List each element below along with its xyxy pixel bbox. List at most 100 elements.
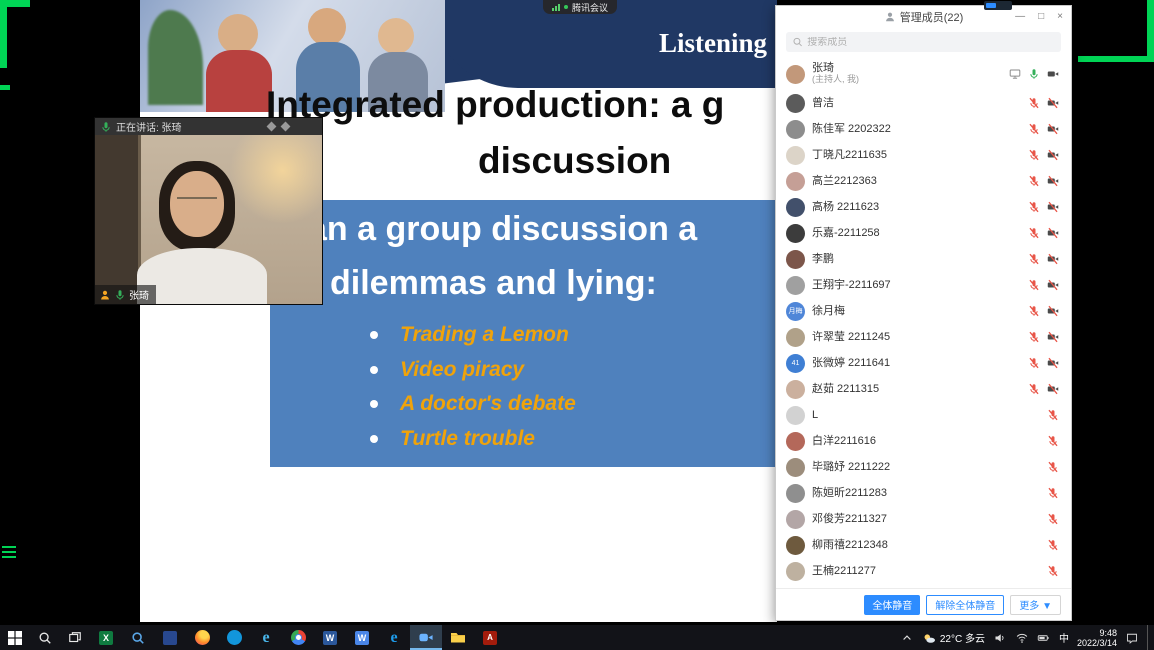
clock[interactable]: 9:48 2022/3/14 xyxy=(1077,628,1117,648)
taskbar-app-firefox[interactable] xyxy=(186,625,218,650)
member-status-icons[interactable] xyxy=(1028,175,1059,187)
search-input[interactable] xyxy=(807,37,1055,48)
member-status-icons[interactable] xyxy=(1028,227,1059,239)
member-row[interactable]: 月梅 徐月梅 xyxy=(776,298,1071,324)
member-row[interactable]: 张琦 (主持人, 我) xyxy=(776,58,1071,90)
weather-widget[interactable]: 22°C 多云 xyxy=(922,630,985,645)
mic-off-icon[interactable] xyxy=(1028,97,1040,109)
video-popout-icon[interactable] xyxy=(281,122,291,132)
chevron-up-icon[interactable] xyxy=(900,631,914,645)
member-status-icons[interactable] xyxy=(1009,68,1059,80)
maximize-button[interactable]: □ xyxy=(1038,12,1044,22)
member-row[interactable]: 曾洁 xyxy=(776,90,1071,116)
member-status-icons[interactable] xyxy=(1047,513,1059,525)
minimize-button[interactable]: — xyxy=(1015,12,1025,22)
member-row[interactable]: 乐嘉-2211258 xyxy=(776,220,1071,246)
camera-off-icon[interactable] xyxy=(1047,383,1059,395)
mic-off-icon[interactable] xyxy=(1047,539,1059,551)
member-status-icons[interactable] xyxy=(1028,97,1059,109)
member-status-icons[interactable] xyxy=(1047,539,1059,551)
member-status-icons[interactable] xyxy=(1028,357,1059,369)
member-status-icons[interactable] xyxy=(1028,201,1059,213)
taskbar-app-qq[interactable] xyxy=(218,625,250,650)
taskbar-app-edge[interactable]: e xyxy=(378,625,410,650)
member-status-icons[interactable] xyxy=(1047,565,1059,577)
mic-off-icon[interactable] xyxy=(1028,279,1040,291)
member-row[interactable]: 王楠2211277 xyxy=(776,558,1071,584)
task-view-button[interactable] xyxy=(60,625,90,650)
mic-off-icon[interactable] xyxy=(1047,487,1059,499)
member-status-icons[interactable] xyxy=(1028,123,1059,135)
close-button[interactable]: × xyxy=(1057,12,1063,22)
member-status-icons[interactable] xyxy=(1047,409,1059,421)
camera-off-icon[interactable] xyxy=(1047,253,1059,265)
member-row[interactable]: 丁晓凡2211635 xyxy=(776,142,1071,168)
battery-icon[interactable] xyxy=(1037,631,1051,645)
member-status-icons[interactable] xyxy=(1047,461,1059,473)
input-language-indicator[interactable]: 中 xyxy=(1059,630,1069,645)
mic-off-icon[interactable] xyxy=(1028,383,1040,395)
member-row[interactable]: 陈姮昕2211283 xyxy=(776,480,1071,506)
camera-off-icon[interactable] xyxy=(1047,123,1059,135)
start-button[interactable] xyxy=(0,625,30,650)
taskbar-app-adobe-reader[interactable]: A xyxy=(474,625,506,650)
notification-center-icon[interactable] xyxy=(1125,631,1139,645)
camera-off-icon[interactable] xyxy=(1047,357,1059,369)
camera-off-icon[interactable] xyxy=(1047,227,1059,239)
taskbar-app-tencent-meeting[interactable] xyxy=(410,625,442,650)
camera-off-icon[interactable] xyxy=(1047,97,1059,109)
taskbar-app-chrome[interactable] xyxy=(282,625,314,650)
mic-off-icon[interactable] xyxy=(1028,149,1040,161)
taskbar-app-word[interactable]: W xyxy=(314,625,346,650)
mic-off-icon[interactable] xyxy=(1047,565,1059,577)
video-window-header[interactable]: 正在讲话: 张琦 xyxy=(95,118,322,135)
mic-off-icon[interactable] xyxy=(1028,123,1040,135)
member-row[interactable]: 李鹏 xyxy=(776,246,1071,272)
taskbar-search-button[interactable] xyxy=(30,625,60,650)
mic-off-icon[interactable] xyxy=(1028,253,1040,265)
member-row[interactable]: 邓俊芳2211327 xyxy=(776,506,1071,532)
taskbar-app-file-explorer[interactable] xyxy=(442,625,474,650)
camera-off-icon[interactable] xyxy=(1047,175,1059,187)
mic-off-icon[interactable] xyxy=(1028,331,1040,343)
taskbar-app-search-tool[interactable] xyxy=(122,625,154,650)
member-status-icons[interactable] xyxy=(1028,383,1059,395)
taskbar-app-excel[interactable]: X xyxy=(90,625,122,650)
screen-share-icon[interactable] xyxy=(1009,68,1021,80)
taskbar-app-internet-explorer[interactable]: e xyxy=(250,625,282,650)
mic-off-icon[interactable] xyxy=(1028,357,1040,369)
mic-on-icon[interactable] xyxy=(1028,68,1040,80)
taskbar-app-notes[interactable] xyxy=(154,625,186,650)
member-row[interactable]: 高兰2212363 xyxy=(776,168,1071,194)
mic-off-icon[interactable] xyxy=(1028,305,1040,317)
member-row[interactable]: L xyxy=(776,402,1071,428)
show-desktop-button[interactable] xyxy=(1147,625,1151,650)
meeting-status-pill[interactable]: 腾讯会议 xyxy=(543,0,617,14)
video-pin-icon[interactable] xyxy=(267,122,277,132)
member-status-icons[interactable] xyxy=(1028,149,1059,161)
network-icon[interactable] xyxy=(1015,631,1029,645)
member-row[interactable]: 41 张微婷 2211641 xyxy=(776,350,1071,376)
member-status-icons[interactable] xyxy=(1047,487,1059,499)
unmute-all-button[interactable]: 解除全体静音 xyxy=(926,595,1004,615)
camera-off-icon[interactable] xyxy=(1047,305,1059,317)
member-status-icons[interactable] xyxy=(1028,305,1059,317)
mic-off-icon[interactable] xyxy=(1028,201,1040,213)
member-status-icons[interactable] xyxy=(1028,331,1059,343)
more-button[interactable]: 更多 ▼ xyxy=(1010,595,1061,615)
speaker-video-window[interactable]: 正在讲话: 张琦 张琦 xyxy=(95,118,322,304)
member-status-icons[interactable] xyxy=(1028,279,1059,291)
member-row[interactable]: 赵茹 2211315 xyxy=(776,376,1071,402)
member-row[interactable]: 毕璐妤 2211222 xyxy=(776,454,1071,480)
member-status-icons[interactable] xyxy=(1047,435,1059,447)
camera-off-icon[interactable] xyxy=(1047,201,1059,213)
camera-icon[interactable] xyxy=(1047,68,1059,80)
member-search[interactable] xyxy=(786,32,1061,52)
mic-off-icon[interactable] xyxy=(1047,435,1059,447)
member-row[interactable]: 柳雨禧2212348 xyxy=(776,532,1071,558)
member-row[interactable]: 王翔宇-2211697 xyxy=(776,272,1071,298)
mic-off-icon[interactable] xyxy=(1047,461,1059,473)
mic-off-icon[interactable] xyxy=(1047,409,1059,421)
member-row[interactable]: 许翠莹 2211245 xyxy=(776,324,1071,350)
member-row[interactable]: 陈佳军 2202322 xyxy=(776,116,1071,142)
